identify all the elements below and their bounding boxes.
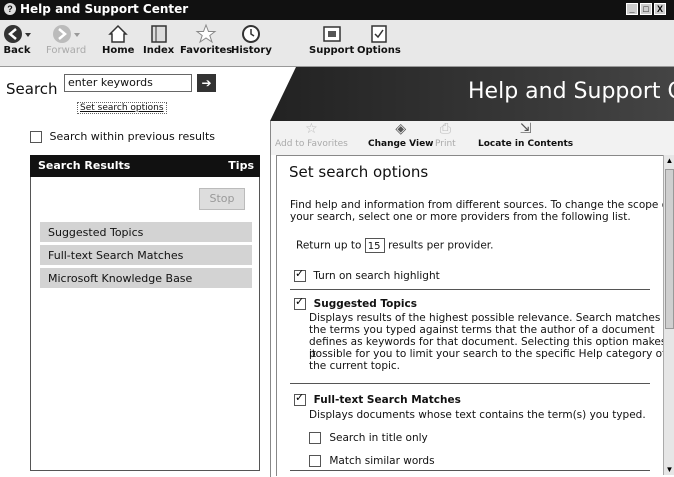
scroll-down-icon[interactable]: ▼ xyxy=(664,464,674,475)
provider-knowledge-base[interactable]: Microsoft Knowledge Base xyxy=(40,268,252,289)
close-button[interactable]: X xyxy=(654,3,666,15)
star-icon: ☆ xyxy=(305,121,318,137)
history-clock-icon xyxy=(242,25,261,43)
home-button[interactable]: Home xyxy=(102,23,134,56)
maximize-button[interactable]: □ xyxy=(640,3,652,15)
index-button[interactable]: Index xyxy=(143,23,174,56)
full-text-desc: Displays documents whose text contains t… xyxy=(309,409,646,421)
print-button[interactable]: ⎙ Print xyxy=(435,121,456,149)
locate-in-contents-button[interactable]: ⇲ Locate in Contents xyxy=(478,121,573,149)
provider-suggested-topics[interactable]: Suggested Topics xyxy=(40,222,252,243)
search-label: Search xyxy=(6,80,58,98)
forward-arrow-icon xyxy=(53,25,81,43)
full-text-checkbox[interactable] xyxy=(294,392,306,406)
search-results-header: Search Results Tips xyxy=(30,155,260,177)
suggested-desc-2: the terms you typed against terms that t… xyxy=(309,324,655,336)
window-title: Help and Support Center xyxy=(20,2,189,16)
highlight-option[interactable]: Turn on search highlight xyxy=(294,268,440,282)
suggested-topics-checkbox[interactable] xyxy=(294,296,306,310)
divider xyxy=(290,289,650,290)
support-button[interactable]: Support xyxy=(309,23,354,56)
similar-words-option[interactable]: Match similar words xyxy=(309,455,435,467)
search-within-checkbox[interactable] xyxy=(30,131,42,143)
similar-words-checkbox[interactable] xyxy=(309,455,321,467)
change-view-button[interactable]: ◈ Change View xyxy=(368,121,433,149)
add-to-favorites-button[interactable]: ☆ Add to Favorites xyxy=(275,121,348,149)
back-button[interactable]: Back xyxy=(2,23,32,56)
minimize-button[interactable]: _ xyxy=(626,3,638,15)
scroll-thumb[interactable] xyxy=(665,169,674,329)
suggested-desc-1: Displays results of the highest possible… xyxy=(309,312,661,324)
main-toolbar: Back Forward Home Index Favorites Histor… xyxy=(0,20,674,67)
page-title: Set search options xyxy=(289,163,429,181)
title-only-option[interactable]: Search in title only xyxy=(309,432,428,444)
arrow-right-icon: ➔ xyxy=(201,76,212,90)
divider xyxy=(290,383,650,384)
full-text-option[interactable]: Full-text Search Matches xyxy=(294,392,461,406)
locate-icon: ⇲ xyxy=(519,121,532,137)
search-within-previous[interactable]: Search within previous results xyxy=(30,130,215,143)
suggested-desc-4: possible for you to limit your search to… xyxy=(309,348,666,360)
banner: Help and Support Cente xyxy=(270,67,674,121)
title-bar: ? Help and Support Center _ □ X xyxy=(0,0,674,20)
options-checklist-icon xyxy=(371,25,387,43)
options-button[interactable]: Options xyxy=(357,23,401,56)
change-view-icon: ◈ xyxy=(395,121,407,137)
content-scrollbar[interactable]: ▲ ▼ xyxy=(663,155,674,475)
scroll-up-icon[interactable]: ▲ xyxy=(664,155,674,166)
content-toolbar: ☆ Add to Favorites ◈ Change View ⎙ Print… xyxy=(271,121,674,155)
banner-title: Help and Support Cente xyxy=(468,79,674,104)
index-book-icon xyxy=(150,25,167,43)
suggested-topics-option[interactable]: Suggested Topics xyxy=(294,296,417,310)
stop-button[interactable]: Stop xyxy=(199,188,245,210)
star-icon xyxy=(195,23,217,44)
results-count-input[interactable]: 15 xyxy=(364,238,385,253)
search-results-title: Search Results xyxy=(38,159,131,172)
intro-line-2: your search, select one or more provider… xyxy=(290,211,631,223)
search-go-button[interactable]: ➔ xyxy=(197,74,216,92)
forward-button[interactable]: Forward xyxy=(46,23,86,56)
set-search-options-link[interactable]: Set search options xyxy=(77,102,167,114)
help-app-icon: ? xyxy=(4,3,16,15)
intro-line-1: Find help and information from different… xyxy=(290,199,672,211)
divider xyxy=(290,470,650,471)
suggested-desc-5: the current topic. xyxy=(309,360,401,372)
printer-icon: ⎙ xyxy=(439,121,451,137)
provider-full-text[interactable]: Full-text Search Matches xyxy=(40,245,252,266)
back-arrow-icon xyxy=(4,25,31,43)
history-button[interactable]: History xyxy=(231,23,272,56)
tips-link[interactable]: Tips xyxy=(228,159,254,172)
support-icon xyxy=(322,26,341,42)
home-icon xyxy=(108,24,129,43)
highlight-checkbox[interactable] xyxy=(294,268,306,282)
favorites-button[interactable]: Favorites xyxy=(180,23,232,56)
title-only-checkbox[interactable] xyxy=(309,432,321,444)
return-up-to-row: Return up to 15 results per provider. xyxy=(296,238,494,253)
search-input[interactable]: enter keywords xyxy=(64,74,192,92)
